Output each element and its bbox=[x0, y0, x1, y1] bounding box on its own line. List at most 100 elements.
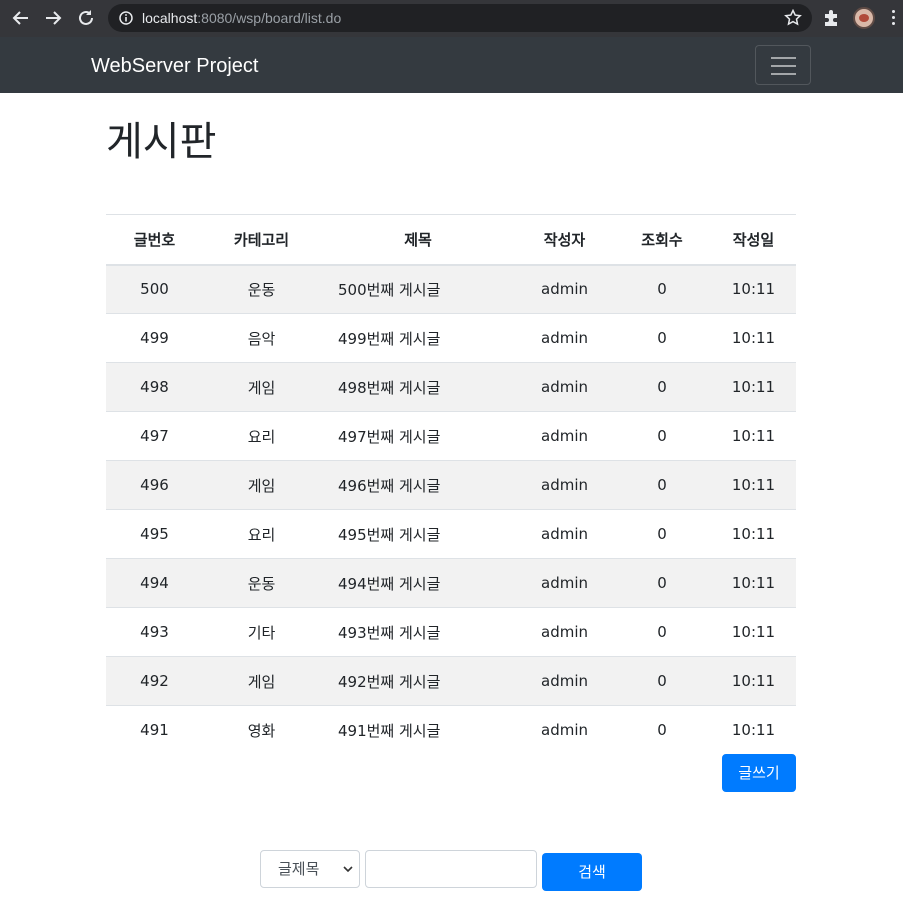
table-row[interactable]: 499 음악 499번째 게시글 admin 0 10:11 bbox=[106, 313, 796, 363]
cell-views: 0 bbox=[613, 509, 711, 559]
header-views: 조회수 bbox=[613, 214, 711, 266]
write-post-button[interactable]: 글쓰기 bbox=[722, 754, 796, 792]
cell-date: 10:11 bbox=[711, 362, 796, 412]
cell-views: 0 bbox=[613, 460, 711, 510]
cell-date: 10:11 bbox=[731, 280, 776, 299]
cell-category: 게임 bbox=[203, 656, 320, 706]
cell-views: 0 bbox=[613, 313, 711, 363]
cell-views: 0 bbox=[613, 558, 711, 608]
cell-views: 0 bbox=[613, 656, 711, 706]
hamburger-icon bbox=[771, 57, 796, 59]
cell-title[interactable]: 491번째 게시글 bbox=[320, 705, 516, 755]
info-icon[interactable] bbox=[119, 11, 133, 25]
cell-date: 10:11 bbox=[711, 705, 796, 755]
cell-views: 0 bbox=[657, 280, 667, 299]
cell-number: 498 bbox=[106, 362, 203, 412]
cell-number: 491 bbox=[106, 705, 203, 755]
cell-date: 10:11 bbox=[711, 460, 796, 510]
cell-category: 요리 bbox=[203, 411, 320, 461]
forward-arrow-icon[interactable] bbox=[41, 6, 65, 30]
table-row[interactable]: 500 운동 500번째 게시글 admin 0 10:11 bbox=[106, 264, 796, 314]
cell-title[interactable]: 497번째 게시글 bbox=[320, 411, 516, 461]
board-table: 글번호 카테고리 제목 작성자 조회수 작성일 500 운동 500번째 게시글 ad… bbox=[106, 214, 796, 755]
cell-writer: admin bbox=[516, 411, 613, 461]
address-bar[interactable]: localhost:8080/wsp/board/list.do bbox=[108, 4, 812, 32]
cell-writer: admin bbox=[516, 362, 613, 412]
cell-category: 요리 bbox=[203, 509, 320, 559]
extensions-puzzle-icon[interactable] bbox=[822, 9, 840, 27]
cell-date: 10:11 bbox=[711, 509, 796, 559]
table-header-row: 글번호 카테고리 제목 작성자 조회수 작성일 bbox=[106, 214, 796, 266]
cell-number: 496 bbox=[106, 460, 203, 510]
cell-views: 0 bbox=[613, 705, 711, 755]
cell-title[interactable]: 495번째 게시글 bbox=[320, 509, 516, 559]
cell-views: 0 bbox=[613, 362, 711, 412]
search-type-select[interactable]: 글제목 bbox=[260, 850, 360, 888]
table-row[interactable]: 498 게임 498번째 게시글 admin 0 10:11 bbox=[106, 362, 796, 412]
chevron-down-icon bbox=[343, 866, 353, 873]
cell-writer: admin bbox=[541, 280, 588, 299]
cell-writer: admin bbox=[516, 656, 613, 706]
cell-date: 10:11 bbox=[711, 313, 796, 363]
table-row[interactable]: 493 기타 493번째 게시글 admin 0 10:11 bbox=[106, 607, 796, 657]
search-button[interactable]: 검색 bbox=[542, 853, 642, 891]
cell-date: 10:11 bbox=[711, 607, 796, 657]
cell-writer: admin bbox=[516, 509, 613, 559]
header-title: 제목 bbox=[320, 214, 516, 266]
cell-title[interactable]: 494번째 게시글 bbox=[320, 558, 516, 608]
cell-title[interactable]: 499번째 게시글 bbox=[320, 313, 516, 363]
browser-menu-icon[interactable] bbox=[892, 10, 896, 28]
bookmark-star-icon[interactable] bbox=[784, 9, 802, 27]
cell-number: 493 bbox=[106, 607, 203, 657]
cell-writer: admin bbox=[516, 558, 613, 608]
cell-category: 게임 bbox=[203, 460, 320, 510]
navbar-toggler-button[interactable] bbox=[755, 45, 811, 85]
reload-icon[interactable] bbox=[74, 6, 98, 30]
header-category: 카테고리 bbox=[203, 214, 320, 266]
url-text: localhost:8080/wsp/board/list.do bbox=[142, 9, 341, 27]
cell-category: 운동 bbox=[247, 280, 276, 299]
cell-title[interactable]: 498번째 게시글 bbox=[320, 362, 516, 412]
table-row[interactable]: 497 요리 497번째 게시글 admin 0 10:11 bbox=[106, 411, 796, 461]
header-date: 작성일 bbox=[711, 214, 796, 266]
cell-number: 494 bbox=[106, 558, 203, 608]
profile-avatar[interactable] bbox=[853, 7, 875, 29]
table-row[interactable]: 496 게임 496번째 게시글 admin 0 10:11 bbox=[106, 460, 796, 510]
table-row[interactable]: 492 게임 492번째 게시글 admin 0 10:11 bbox=[106, 656, 796, 706]
cell-views: 0 bbox=[613, 607, 711, 657]
cell-writer: admin bbox=[516, 607, 613, 657]
navbar-brand[interactable]: WebServer Project bbox=[91, 54, 258, 78]
header-number: 글번호 bbox=[106, 214, 203, 266]
cell-title[interactable]: 496번째 게시글 bbox=[320, 460, 516, 510]
cell-number: 500 bbox=[140, 280, 169, 299]
url-host: localhost bbox=[142, 10, 198, 26]
cell-category: 운동 bbox=[203, 558, 320, 608]
cell-category: 게임 bbox=[203, 362, 320, 412]
cell-date: 10:11 bbox=[711, 411, 796, 461]
site-navbar: WebServer Project bbox=[0, 37, 903, 93]
cell-date: 10:11 bbox=[711, 558, 796, 608]
cell-title[interactable]: 500번째 게시글 bbox=[320, 265, 516, 314]
cell-views: 0 bbox=[613, 411, 711, 461]
table-row[interactable]: 495 요리 495번째 게시글 admin 0 10:11 bbox=[106, 509, 796, 559]
cell-number: 492 bbox=[106, 656, 203, 706]
header-writer: 작성자 bbox=[516, 214, 613, 266]
table-row[interactable]: 494 운동 494번째 게시글 admin 0 10:11 bbox=[106, 558, 796, 608]
table-row[interactable]: 491 영화 491번째 게시글 admin 0 10:11 bbox=[106, 705, 796, 755]
cell-number: 495 bbox=[106, 509, 203, 559]
search-input[interactable] bbox=[365, 850, 537, 888]
page-title: 게시판 bbox=[106, 119, 217, 165]
cell-number: 497 bbox=[106, 411, 203, 461]
cell-title[interactable]: 492번째 게시글 bbox=[320, 656, 516, 706]
cell-category: 기타 bbox=[203, 607, 320, 657]
cell-category: 영화 bbox=[203, 705, 320, 755]
cell-writer: admin bbox=[516, 705, 613, 755]
back-arrow-icon[interactable] bbox=[9, 6, 33, 30]
cell-category: 음악 bbox=[203, 313, 320, 363]
cell-title[interactable]: 493번째 게시글 bbox=[320, 607, 516, 657]
cell-date: 10:11 bbox=[711, 656, 796, 706]
cell-writer: admin bbox=[516, 313, 613, 363]
search-type-value: 글제목 bbox=[278, 860, 320, 878]
url-path: :8080/wsp/board/list.do bbox=[197, 10, 342, 26]
cell-writer: admin bbox=[516, 460, 613, 510]
